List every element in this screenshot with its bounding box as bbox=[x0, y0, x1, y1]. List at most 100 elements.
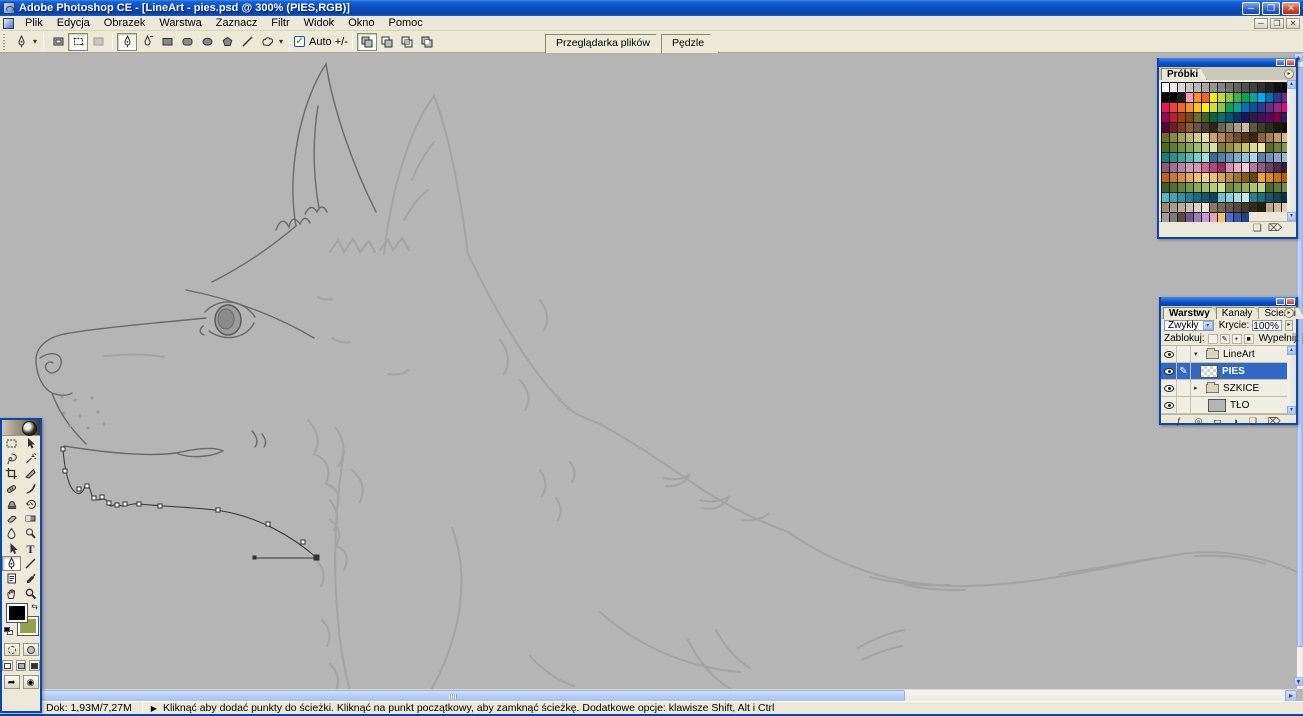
swatch[interactable] bbox=[1217, 112, 1225, 122]
swatch[interactable] bbox=[1265, 92, 1273, 102]
swatch[interactable] bbox=[1265, 182, 1273, 192]
standard-mode-button[interactable] bbox=[3, 643, 20, 656]
swatch[interactable] bbox=[1177, 162, 1185, 172]
ellipse-option[interactable] bbox=[197, 33, 217, 51]
swatches-menu-icon[interactable]: ▸ bbox=[1284, 69, 1294, 79]
swatch[interactable] bbox=[1273, 112, 1281, 122]
swatch[interactable] bbox=[1193, 182, 1201, 192]
swatch[interactable] bbox=[1265, 102, 1273, 112]
layers-titlebar[interactable] bbox=[1161, 297, 1296, 306]
lock-all-icon[interactable]: ■ bbox=[1243, 333, 1254, 344]
delete-swatch-icon[interactable]: ⌦ bbox=[1268, 223, 1282, 234]
swatch[interactable] bbox=[1177, 182, 1185, 192]
fill-pixels-button[interactable] bbox=[88, 33, 108, 51]
swatch[interactable] bbox=[1225, 122, 1233, 132]
swatch[interactable] bbox=[1169, 132, 1177, 142]
swatch[interactable] bbox=[1201, 122, 1209, 132]
swatch[interactable] bbox=[1241, 202, 1249, 212]
swatch[interactable] bbox=[1209, 142, 1217, 152]
mdi-minimize-button[interactable]: ─ bbox=[1254, 17, 1268, 29]
horizontal-scrollbar[interactable]: ▸ bbox=[0, 689, 1297, 702]
swatch[interactable] bbox=[1177, 132, 1185, 142]
swatch[interactable] bbox=[1225, 102, 1233, 112]
swatch[interactable] bbox=[1169, 142, 1177, 152]
swatch[interactable] bbox=[1257, 182, 1265, 192]
mdi-restore-button[interactable]: ❐ bbox=[1270, 17, 1284, 29]
swatch[interactable] bbox=[1161, 172, 1169, 182]
swatch[interactable] bbox=[1265, 112, 1273, 122]
lasso-tool[interactable] bbox=[2, 451, 21, 466]
swatch[interactable] bbox=[1169, 182, 1177, 192]
layers-menu-icon[interactable]: ▸ bbox=[1284, 308, 1294, 318]
swatch[interactable] bbox=[1169, 102, 1177, 112]
zoom-tool[interactable] bbox=[21, 586, 40, 601]
swatch[interactable] bbox=[1217, 152, 1225, 162]
swatch[interactable] bbox=[1225, 182, 1233, 192]
layer-content[interactable]: PIES bbox=[1191, 363, 1296, 379]
swatch[interactable] bbox=[1241, 182, 1249, 192]
swatch[interactable] bbox=[1177, 212, 1185, 222]
swatch[interactable] bbox=[1265, 122, 1273, 132]
minimize-button[interactable]: ─ bbox=[1242, 1, 1260, 15]
indicator-cell[interactable] bbox=[1177, 397, 1191, 413]
swatch[interactable] bbox=[1161, 142, 1169, 152]
lock-paint-icon[interactable]: ✎ bbox=[1219, 333, 1230, 344]
swatch[interactable] bbox=[1233, 82, 1241, 92]
swap-colors-icon[interactable]: ⇆ bbox=[31, 602, 38, 611]
swatch[interactable] bbox=[1201, 172, 1209, 182]
subtract-from-path-button[interactable] bbox=[377, 33, 397, 51]
rectangular-marquee-tool[interactable] bbox=[2, 436, 21, 451]
swatch[interactable] bbox=[1185, 172, 1193, 182]
menu-okno[interactable]: Okno bbox=[341, 16, 381, 30]
blur-tool[interactable] bbox=[2, 526, 21, 541]
swatch[interactable] bbox=[1241, 92, 1249, 102]
lock-transparency-icon[interactable] bbox=[1207, 333, 1218, 344]
brush-tool[interactable] bbox=[21, 481, 40, 496]
swatch[interactable] bbox=[1233, 142, 1241, 152]
swatch[interactable] bbox=[1169, 122, 1177, 132]
swatch[interactable] bbox=[1257, 202, 1265, 212]
layer-content[interactable]: ▸ SZKICE bbox=[1191, 380, 1296, 396]
new-layer-icon[interactable]: ❏ bbox=[1249, 416, 1257, 427]
swatch[interactable] bbox=[1225, 82, 1233, 92]
swatch[interactable] bbox=[1201, 162, 1209, 172]
swatch[interactable] bbox=[1185, 152, 1193, 162]
swatch[interactable] bbox=[1161, 212, 1169, 222]
layer-row-tło[interactable]: TŁO bbox=[1161, 397, 1296, 414]
quick-mask-mode-button[interactable] bbox=[22, 643, 39, 656]
swatch[interactable] bbox=[1233, 92, 1241, 102]
swatch[interactable] bbox=[1249, 122, 1257, 132]
swatch[interactable] bbox=[1177, 202, 1185, 212]
options-grip[interactable] bbox=[3, 32, 8, 51]
canvas[interactable] bbox=[0, 53, 1297, 689]
swatch[interactable] bbox=[1233, 212, 1241, 222]
move-tool[interactable] bbox=[21, 436, 40, 451]
swatch[interactable] bbox=[1233, 172, 1241, 182]
swatch[interactable] bbox=[1273, 142, 1281, 152]
swatch[interactable] bbox=[1241, 212, 1249, 222]
auto-add-delete-option[interactable]: ✓ Auto +/- bbox=[294, 36, 348, 48]
swatch[interactable] bbox=[1273, 182, 1281, 192]
swatch[interactable] bbox=[1161, 192, 1169, 202]
swatch[interactable] bbox=[1201, 92, 1209, 102]
auto-add-delete-checkbox[interactable]: ✓ bbox=[294, 36, 306, 47]
tab-channels[interactable]: Kanały bbox=[1216, 307, 1262, 319]
swatch[interactable] bbox=[1249, 112, 1257, 122]
scroll-down-icon[interactable]: ▾ bbox=[1294, 677, 1303, 686]
swatch[interactable] bbox=[1257, 82, 1265, 92]
swatch[interactable] bbox=[1177, 122, 1185, 132]
standard-screen-button[interactable] bbox=[2, 660, 13, 671]
swatch[interactable] bbox=[1233, 122, 1241, 132]
hand-tool[interactable] bbox=[2, 586, 21, 601]
swatch[interactable] bbox=[1273, 132, 1281, 142]
line-tool[interactable] bbox=[21, 556, 40, 571]
exclude-path-button[interactable] bbox=[417, 33, 437, 51]
swatch[interactable] bbox=[1161, 82, 1169, 92]
swatch[interactable] bbox=[1201, 132, 1209, 142]
swatch[interactable] bbox=[1241, 132, 1249, 142]
swatch[interactable] bbox=[1169, 172, 1177, 182]
custom-shape-arrow-icon[interactable]: ▾ bbox=[277, 37, 285, 46]
swatch[interactable] bbox=[1201, 182, 1209, 192]
swatch[interactable] bbox=[1185, 162, 1193, 172]
layer-style-icon[interactable]: ƒ. bbox=[1176, 416, 1184, 426]
